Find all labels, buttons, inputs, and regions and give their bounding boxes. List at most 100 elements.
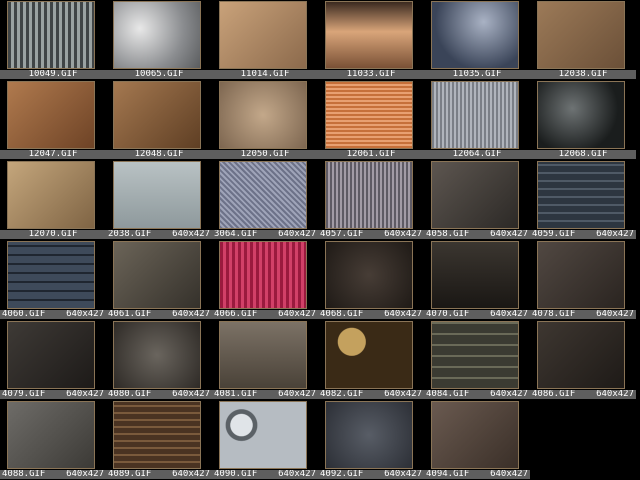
thumbnail-image[interactable] [537, 1, 625, 69]
thumbnail-image[interactable] [537, 81, 625, 149]
thumbnail-dimensions: 640x427 [66, 470, 104, 479]
thumbnail-filename: 12064.GIF [452, 150, 502, 159]
thumbnail-item[interactable]: 12038.GIF [530, 0, 636, 80]
thumbnail-dimensions: 640x427 [384, 470, 422, 479]
thumbnail-image[interactable] [537, 321, 625, 389]
thumbnail-item[interactable]: 4081.GIF 640x427 [212, 320, 318, 400]
thumbnail-image[interactable] [113, 401, 201, 469]
thumbnail-filename: 12048.GIF [134, 150, 184, 159]
thumbnail-image[interactable] [219, 161, 307, 229]
thumbnail-image[interactable] [431, 81, 519, 149]
thumbnail-item[interactable]: 12068.GIF [530, 80, 636, 160]
thumbnail-item[interactable]: 4092.GIF 640x427 [318, 400, 424, 480]
thumbnail-image[interactable] [325, 241, 413, 309]
thumbnail-item[interactable]: 4086.GIF 640x427 [530, 320, 636, 400]
thumbnail-item[interactable]: 11014.GIF [212, 0, 318, 80]
thumbnail-label: 4079.GIF 640x427 [0, 390, 106, 399]
thumbnail-image[interactable] [113, 1, 201, 69]
thumbnail-dimensions: 640x427 [278, 470, 316, 479]
thumbnail-image[interactable] [7, 401, 95, 469]
thumbnail-filename: 4059.GIF [532, 230, 576, 239]
thumbnail-label: 12050.GIF [212, 150, 318, 159]
thumbnail-item[interactable]: 4089.GIF 640x427 [106, 400, 212, 480]
thumbnail-item[interactable]: 11033.GIF [318, 0, 424, 80]
thumbnail-label: 12061.GIF [318, 150, 424, 159]
thumbnail-item[interactable]: 11035.GIF [424, 0, 530, 80]
thumbnail-item[interactable]: 4060.GIF 640x427 [0, 240, 106, 320]
thumbnail-image[interactable] [113, 81, 201, 149]
thumbnail-item[interactable]: 10065.GIF [106, 0, 212, 80]
thumbnail-item[interactable]: 10049.GIF [0, 0, 106, 80]
thumbnail-item[interactable]: 12061.GIF [318, 80, 424, 160]
thumbnail-item[interactable]: 4088.GIF 640x427 [0, 400, 106, 480]
thumbnail-dimensions: 640x427 [66, 390, 104, 399]
thumbnail-image[interactable] [431, 161, 519, 229]
thumbnail-image[interactable] [219, 81, 307, 149]
thumbnail-label: 12070.GIF [0, 230, 106, 239]
thumbnail-filename: 12038.GIF [558, 70, 608, 79]
thumbnail-dimensions: 640x427 [172, 310, 210, 319]
thumbnail-filename: 4082.GIF [320, 390, 364, 399]
thumbnail-label: 4060.GIF 640x427 [0, 310, 106, 319]
thumbnail-image[interactable] [219, 401, 307, 469]
thumbnail-filename: 12068.GIF [558, 150, 608, 159]
thumbnail-dimensions: 640x427 [596, 230, 634, 239]
thumbnail-image[interactable] [219, 241, 307, 309]
thumbnail-image[interactable] [325, 321, 413, 389]
thumbnail-image[interactable] [7, 161, 95, 229]
thumbnail-item[interactable]: 4058.GIF 640x427 [424, 160, 530, 240]
thumbnail-image[interactable] [325, 401, 413, 469]
thumbnail-image[interactable] [431, 321, 519, 389]
thumbnail-filename: 4092.GIF [320, 470, 364, 479]
thumbnail-image[interactable] [7, 241, 95, 309]
thumbnail-label: 11035.GIF [424, 70, 530, 79]
thumbnail-item[interactable]: 4061.GIF 640x427 [106, 240, 212, 320]
thumbnail-item[interactable]: 2038.GIF 640x427 [106, 160, 212, 240]
thumbnail-image[interactable] [7, 81, 95, 149]
thumbnail-image[interactable] [431, 241, 519, 309]
thumbnail-image[interactable] [325, 161, 413, 229]
thumbnail-item[interactable]: 4066.GIF 640x427 [212, 240, 318, 320]
thumbnail-item[interactable]: 3064.GIF 640x427 [212, 160, 318, 240]
thumbnail-image[interactable] [537, 161, 625, 229]
thumbnail-image[interactable] [113, 161, 201, 229]
thumbnail-label: 4086.GIF 640x427 [530, 390, 636, 399]
thumbnail-image[interactable] [431, 401, 519, 469]
thumbnail-filename: 4068.GIF [320, 310, 364, 319]
thumbnail-item[interactable]: 12048.GIF [106, 80, 212, 160]
thumbnail-filename: 11035.GIF [452, 70, 502, 79]
thumbnail-image[interactable] [113, 241, 201, 309]
thumbnail-item[interactable]: 4084.GIF 640x427 [424, 320, 530, 400]
thumbnail-filename: 10065.GIF [134, 70, 184, 79]
thumbnail-item[interactable]: 4090.GIF 640x427 [212, 400, 318, 480]
thumbnail-item[interactable]: 4080.GIF 640x427 [106, 320, 212, 400]
thumbnail-item[interactable]: 12070.GIF [0, 160, 106, 240]
thumbnail-image[interactable] [7, 1, 95, 69]
thumbnail-image[interactable] [219, 1, 307, 69]
thumbnail-item[interactable]: 4057.GIF 640x427 [318, 160, 424, 240]
thumbnail-filename: 4094.GIF [426, 470, 470, 479]
thumbnail-filename: 4086.GIF [532, 390, 576, 399]
thumbnail-item[interactable]: 4059.GIF 640x427 [530, 160, 636, 240]
thumbnail-item[interactable]: 12064.GIF [424, 80, 530, 160]
thumbnail-image[interactable] [219, 321, 307, 389]
thumbnail-item[interactable]: 12047.GIF [0, 80, 106, 160]
thumbnail-image[interactable] [537, 241, 625, 309]
thumbnail-item[interactable]: 12050.GIF [212, 80, 318, 160]
thumbnail-filename: 10049.GIF [28, 70, 78, 79]
thumbnail-filename: 4084.GIF [426, 390, 470, 399]
thumbnail-dimensions: 640x427 [384, 390, 422, 399]
thumbnail-dimensions: 640x427 [384, 310, 422, 319]
thumbnail-image[interactable] [325, 1, 413, 69]
thumbnail-image[interactable] [431, 1, 519, 69]
thumbnail-image[interactable] [113, 321, 201, 389]
thumbnail-image[interactable] [325, 81, 413, 149]
thumbnail-item[interactable]: 4082.GIF 640x427 [318, 320, 424, 400]
thumbnail-item[interactable]: 4094.GIF 640x427 [424, 400, 530, 480]
thumbnail-item[interactable]: 4078.GIF 640x427 [530, 240, 636, 320]
thumbnail-item[interactable]: 4070.GIF 640x427 [424, 240, 530, 320]
thumbnail-image[interactable] [7, 321, 95, 389]
thumbnail-item[interactable]: 4068.GIF 640x427 [318, 240, 424, 320]
thumbnail-filename: 4078.GIF [532, 310, 576, 319]
thumbnail-item[interactable]: 4079.GIF 640x427 [0, 320, 106, 400]
